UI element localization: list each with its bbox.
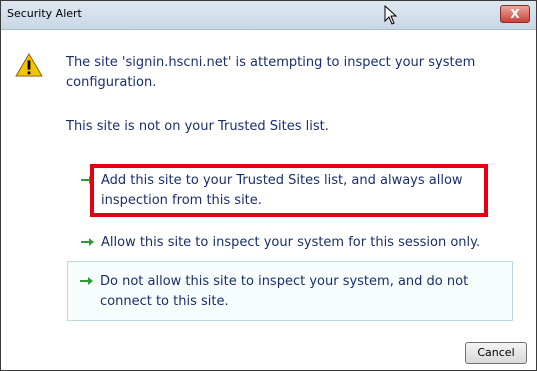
green-arrow-icon (80, 277, 93, 285)
option-label: Allow this site to inspect your system f… (101, 235, 481, 250)
close-button[interactable]: X (500, 5, 530, 23)
alert-message: The site 'signin.hscni.net' is attemptin… (66, 55, 476, 90)
security-alert-dialog: Security Alert X The site 'signin.hscni.… (0, 0, 537, 371)
cancel-button[interactable]: Cancel (465, 342, 527, 364)
close-icon: X (510, 7, 520, 21)
option-allow-session[interactable]: Allow this site to inspect your system f… (69, 233, 509, 253)
mouse-cursor-icon (384, 5, 398, 25)
window-title: Security Alert (7, 7, 82, 20)
option-do-not-allow[interactable]: Do not allow this site to inspect your s… (67, 261, 513, 321)
title-bar: Security Alert X (1, 1, 536, 30)
warning-icon (15, 53, 43, 77)
green-arrow-icon (81, 238, 94, 246)
option-label: Do not allow this site to inspect your s… (100, 274, 469, 309)
red-highlight-box (90, 164, 488, 217)
not-listed-message: This site is not on your Trusted Sites l… (66, 119, 329, 134)
